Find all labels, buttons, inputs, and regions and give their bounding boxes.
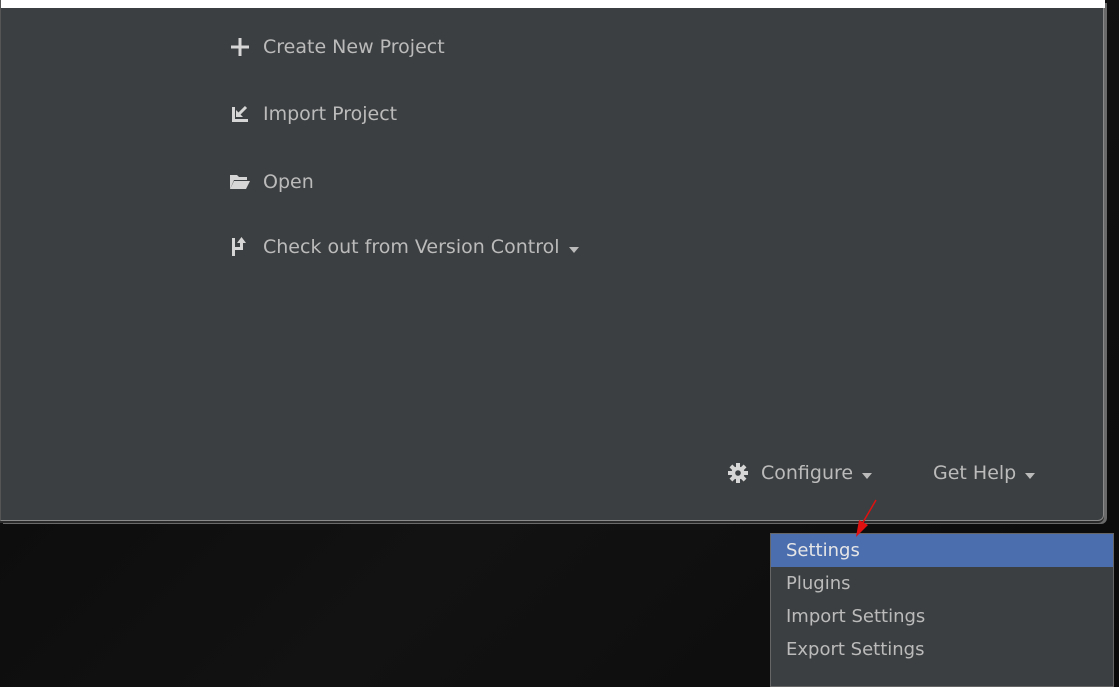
open-action[interactable]: Open (229, 171, 314, 193)
menu-item-export-settings[interactable]: Export Settings (771, 633, 1113, 666)
menu-item-settings[interactable]: Settings (771, 534, 1113, 567)
chevron-down-icon (568, 247, 579, 253)
configure-label: Configure (761, 462, 854, 484)
import-project-icon (229, 103, 251, 125)
get-help-button[interactable]: Get Help (933, 462, 1036, 484)
folder-open-icon (229, 171, 251, 193)
menu-item-import-settings[interactable]: Import Settings (771, 600, 1113, 633)
import-project-label: Import Project (263, 103, 398, 125)
gear-icon (727, 462, 749, 484)
vcs-checkout-icon (229, 236, 251, 258)
plus-icon (229, 36, 251, 58)
checkout-vcs-action[interactable]: Check out from Version Control (229, 236, 579, 258)
top-edge (1, 0, 1105, 8)
get-help-label: Get Help (933, 462, 1017, 484)
checkout-vcs-label: Check out from Version Control (263, 236, 560, 258)
chevron-down-icon (1025, 473, 1036, 479)
import-project-action[interactable]: Import Project (229, 103, 397, 125)
screen: Create New Project Import Project Open C… (0, 0, 1119, 687)
chevron-down-icon (862, 473, 873, 479)
menu-item-plugins[interactable]: Plugins (771, 567, 1113, 600)
welcome-panel: Create New Project Import Project Open C… (0, 0, 1105, 521)
open-label: Open (263, 171, 314, 193)
create-new-project-label: Create New Project (263, 36, 445, 58)
create-new-project-action[interactable]: Create New Project (229, 36, 445, 58)
configure-menu: Settings Plugins Import Settings Export … (770, 533, 1114, 687)
configure-button[interactable]: Configure (727, 462, 873, 484)
